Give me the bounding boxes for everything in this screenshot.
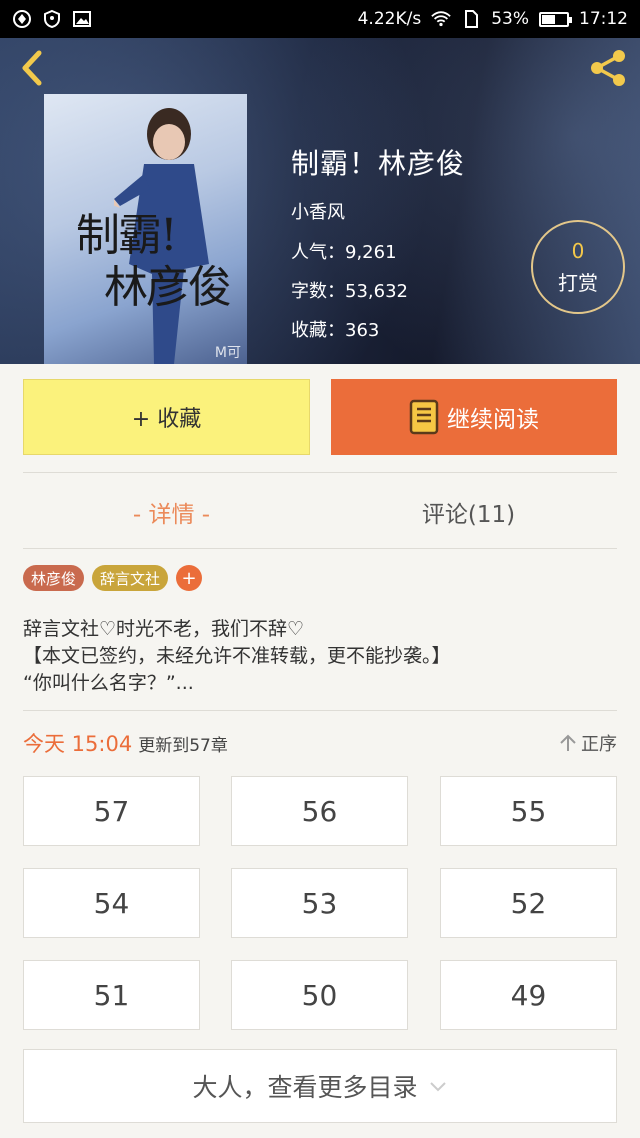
divider	[23, 548, 617, 549]
book-favorites: 收藏：363	[291, 320, 380, 341]
tab-comments[interactable]: 评论(11)	[320, 490, 617, 534]
reward-button[interactable]: 0 打赏	[531, 220, 625, 314]
chapter-button[interactable]: 52	[440, 868, 617, 938]
update-info: 今天 15:04 更新到57章	[23, 728, 228, 758]
wifi-icon	[431, 9, 451, 29]
sort-toggle[interactable]: 正序	[559, 730, 617, 756]
chevron-down-icon	[429, 1082, 446, 1092]
arrow-up-icon	[560, 734, 576, 751]
cover-title-line1: 制霸!	[76, 210, 178, 261]
more-chapters-button[interactable]: 大人，查看更多目录	[23, 1049, 617, 1123]
chapter-button[interactable]: 57	[23, 776, 200, 846]
cover-watermark: M可	[214, 345, 241, 361]
description-line: 辞言文社♡时光不老，我们不辞♡	[23, 618, 305, 640]
share-icon	[591, 50, 625, 86]
sort-label: 正序	[581, 734, 617, 755]
book-cover[interactable]: 制霸! 林彦俊 M可	[44, 94, 247, 364]
chapter-button[interactable]: 56	[231, 776, 408, 846]
more-chapters-label: 大人，查看更多目录	[192, 1073, 418, 1102]
status-bar: 4.22K/s 53% 17:12	[0, 0, 640, 38]
chapter-button[interactable]: 53	[231, 868, 408, 938]
network-speed: 4.22K/s	[357, 9, 422, 29]
book-info: 制霸！林彦俊 小香风 人气：9,261 字数：53,632 收藏：363	[291, 142, 465, 355]
add-tag-button[interactable]: +	[176, 565, 203, 591]
chevron-left-icon	[22, 50, 42, 86]
battery-percent: 53%	[491, 9, 529, 29]
sim-icon	[461, 9, 481, 29]
chapter-button[interactable]: 49	[440, 960, 617, 1030]
back-button[interactable]	[14, 50, 50, 86]
description-line: “你叫什么名字？”...	[23, 672, 194, 694]
book-icon	[409, 399, 439, 435]
update-date: 今天 15:04	[23, 732, 133, 756]
book-word-count: 字数：53,632	[291, 281, 408, 302]
image-icon	[72, 9, 92, 29]
clock: 17:12	[579, 9, 628, 29]
reward-count: 0	[571, 238, 585, 263]
chapter-button[interactable]: 50	[231, 960, 408, 1030]
app-notification-icon	[12, 9, 32, 29]
reward-label: 打赏	[558, 270, 598, 295]
chapter-button[interactable]: 51	[23, 960, 200, 1030]
description-line: 【本文已签约，未经允许不准转载，更不能抄袭。】	[23, 645, 451, 667]
battery-icon	[539, 11, 572, 27]
chapter-button[interactable]: 55	[440, 776, 617, 846]
book-description[interactable]: 辞言文社♡时光不老，我们不辞♡ 【本文已签约，未经允许不准转载，更不能抄袭。】 …	[23, 616, 617, 697]
cover-title-line2: 林彦俊	[104, 262, 232, 313]
tag-linyanjun[interactable]: 林彦俊	[23, 565, 85, 591]
tag-ciyanwenshe[interactable]: 辞言文社	[92, 565, 169, 591]
share-button[interactable]	[586, 48, 630, 88]
continue-reading-button[interactable]: 继续阅读	[331, 379, 617, 455]
book-popularity: 人气：9,261	[291, 242, 397, 263]
tag-list: 林彦俊 辞言文社 +	[23, 565, 203, 591]
chapter-button[interactable]: 54	[23, 868, 200, 938]
tab-details[interactable]: - 详情 -	[23, 490, 320, 534]
book-title: 制霸！林彦俊	[291, 147, 466, 180]
divider	[23, 710, 617, 711]
divider	[23, 472, 617, 473]
cover-title: 制霸! 林彦俊	[76, 214, 232, 313]
update-text: 更新到57章	[138, 736, 228, 756]
book-author[interactable]: 小香风	[291, 198, 465, 224]
book-header: 制霸! 林彦俊 M可 制霸！林彦俊 小香风 人气：9,261 字数：53,632…	[0, 38, 640, 364]
shield-icon	[42, 9, 62, 29]
continue-reading-label: 继续阅读	[447, 407, 539, 433]
collect-button[interactable]: + 收藏	[23, 379, 310, 455]
